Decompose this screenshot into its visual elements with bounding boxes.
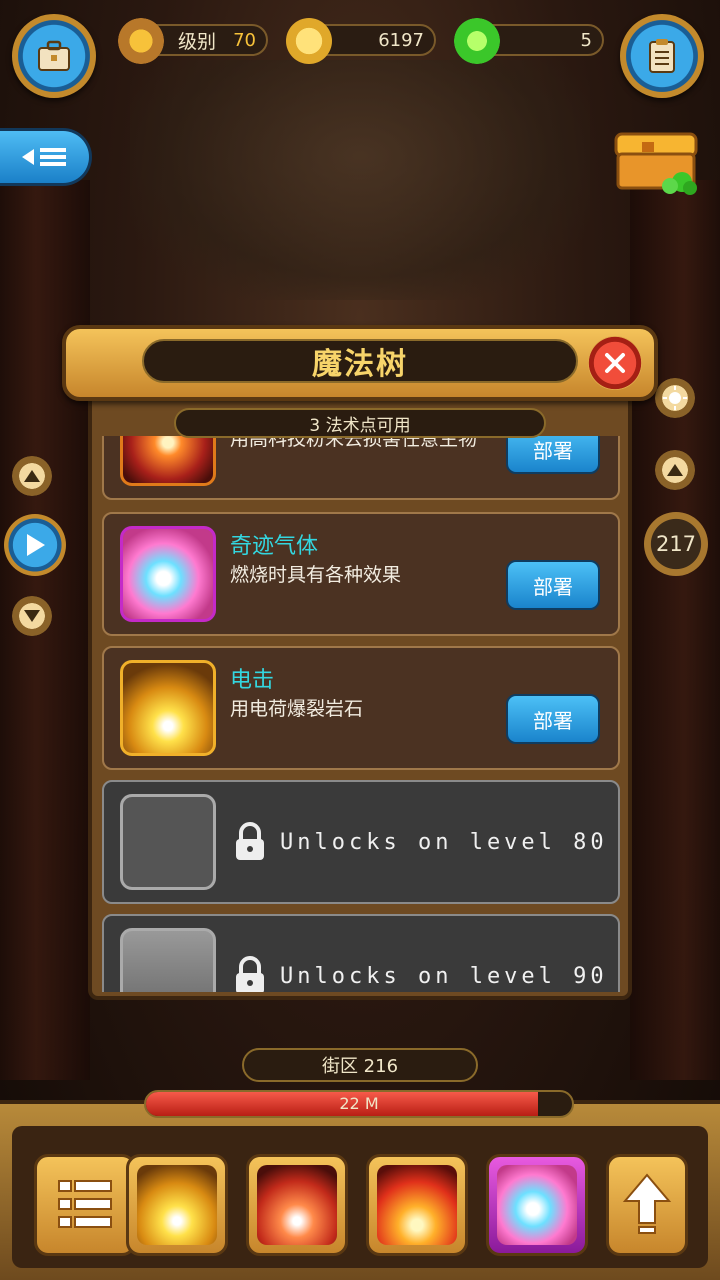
skill-card: 奇迹气体 燃烧时具有各种效果 部署	[102, 512, 620, 636]
skill-slot-fire[interactable]	[366, 1154, 468, 1256]
skill-slot-beam[interactable]	[246, 1154, 348, 1256]
spell-points-text: 3 法术点可用	[309, 415, 411, 436]
coins-stat: 6197	[286, 18, 436, 64]
clipboard-icon	[649, 39, 675, 73]
district-label: 街区 216	[321, 1056, 399, 1077]
skill-card: 电击 用电荷爆裂岩石 部署	[102, 646, 620, 770]
deploy-button[interactable]: 部署	[506, 694, 600, 744]
spell-points-bar: 3 法术点可用	[174, 408, 546, 438]
panel-title: 魔法树	[312, 347, 408, 382]
skill-list[interactable]: 用高科技粉末去损害任意生物 部署 奇迹气体 燃烧时具有各种效果 部署 电击 用电…	[96, 436, 624, 992]
list-icon	[58, 1180, 112, 1228]
arrow-down-icon	[24, 610, 40, 622]
progress-bar: 22 M	[144, 1090, 574, 1118]
brightness-button[interactable]	[655, 378, 695, 418]
coin-icon	[286, 18, 332, 64]
lightning-skill-icon	[120, 660, 216, 756]
skill-slot-gas[interactable]	[486, 1154, 588, 1256]
drone-skill-icon	[120, 794, 216, 890]
close-icon	[605, 353, 625, 373]
skill-name: 奇迹气体	[230, 534, 319, 559]
panel-title-bar: 魔法树	[142, 339, 578, 383]
arrow-up-icon	[667, 464, 683, 476]
close-button[interactable]	[588, 336, 642, 390]
beam-skill-icon	[257, 1165, 337, 1245]
gear-icon	[118, 18, 164, 64]
gems-value: 5	[580, 29, 592, 51]
skill-name: 电击	[230, 668, 275, 693]
unlock-requirement: Unlocks on level 80	[280, 830, 608, 855]
quests-button[interactable]	[620, 14, 704, 98]
chest-icon	[614, 132, 698, 195]
progress-text: 22 M	[339, 1094, 379, 1113]
lock-icon	[236, 822, 264, 860]
arrow-up-icon	[24, 470, 40, 482]
play-button[interactable]	[4, 514, 66, 576]
district-label-bar: 街区 216	[242, 1048, 478, 1082]
back-menu-button[interactable]	[0, 128, 92, 186]
cave-backdrop	[130, 60, 590, 300]
gems-stat: 5	[454, 18, 604, 64]
fire-skill-icon	[377, 1165, 457, 1245]
upgrade-button[interactable]	[606, 1154, 688, 1256]
toolbox-button[interactable]	[12, 14, 96, 98]
arrow-up-icon	[622, 1173, 672, 1234]
locked-skill-card: Unlocks on level 80	[102, 780, 620, 904]
level-label: 级别	[178, 30, 217, 53]
curtain-right	[630, 180, 720, 1080]
level-value: 70	[233, 29, 256, 51]
locked-skill-card: Unlocks on level 90	[102, 914, 620, 992]
toolbox-icon	[38, 40, 70, 71]
powder-skill-icon	[120, 436, 216, 486]
wonder-gas-icon	[120, 526, 216, 622]
treasure-chest-button[interactable]	[612, 126, 702, 196]
level-stat: 级别 70	[118, 18, 268, 64]
play-icon	[27, 534, 45, 556]
wonder-gas-icon	[497, 1165, 577, 1245]
back-menu-icon	[21, 148, 66, 166]
unlock-requirement: Unlocks on level 90	[280, 964, 608, 989]
storm-skill-icon	[120, 928, 216, 992]
sun-icon	[663, 386, 687, 410]
skill-card: 用高科技粉末去损害任意生物 部署	[102, 436, 620, 500]
skill-desc: 用高科技粉末去损害任意生物	[230, 436, 478, 450]
gem-icon	[454, 18, 500, 64]
inventory-button[interactable]	[34, 1154, 136, 1256]
scroll-up-button-left[interactable]	[12, 456, 52, 496]
coins-value: 6197	[378, 29, 424, 51]
scroll-up-button-right[interactable]	[655, 450, 695, 490]
deploy-button[interactable]: 部署	[506, 436, 600, 474]
lock-icon	[236, 956, 264, 992]
deploy-button[interactable]: 部署	[506, 560, 600, 610]
skill-desc: 用电荷爆裂岩石	[230, 698, 364, 720]
depth-value: 217	[655, 532, 697, 556]
skill-desc: 燃烧时具有各种效果	[230, 564, 402, 586]
depth-badge: 217	[644, 512, 708, 576]
scroll-down-button-left[interactable]	[12, 596, 52, 636]
skill-slot-lightning[interactable]	[126, 1154, 228, 1256]
lightning-skill-icon	[137, 1165, 217, 1245]
